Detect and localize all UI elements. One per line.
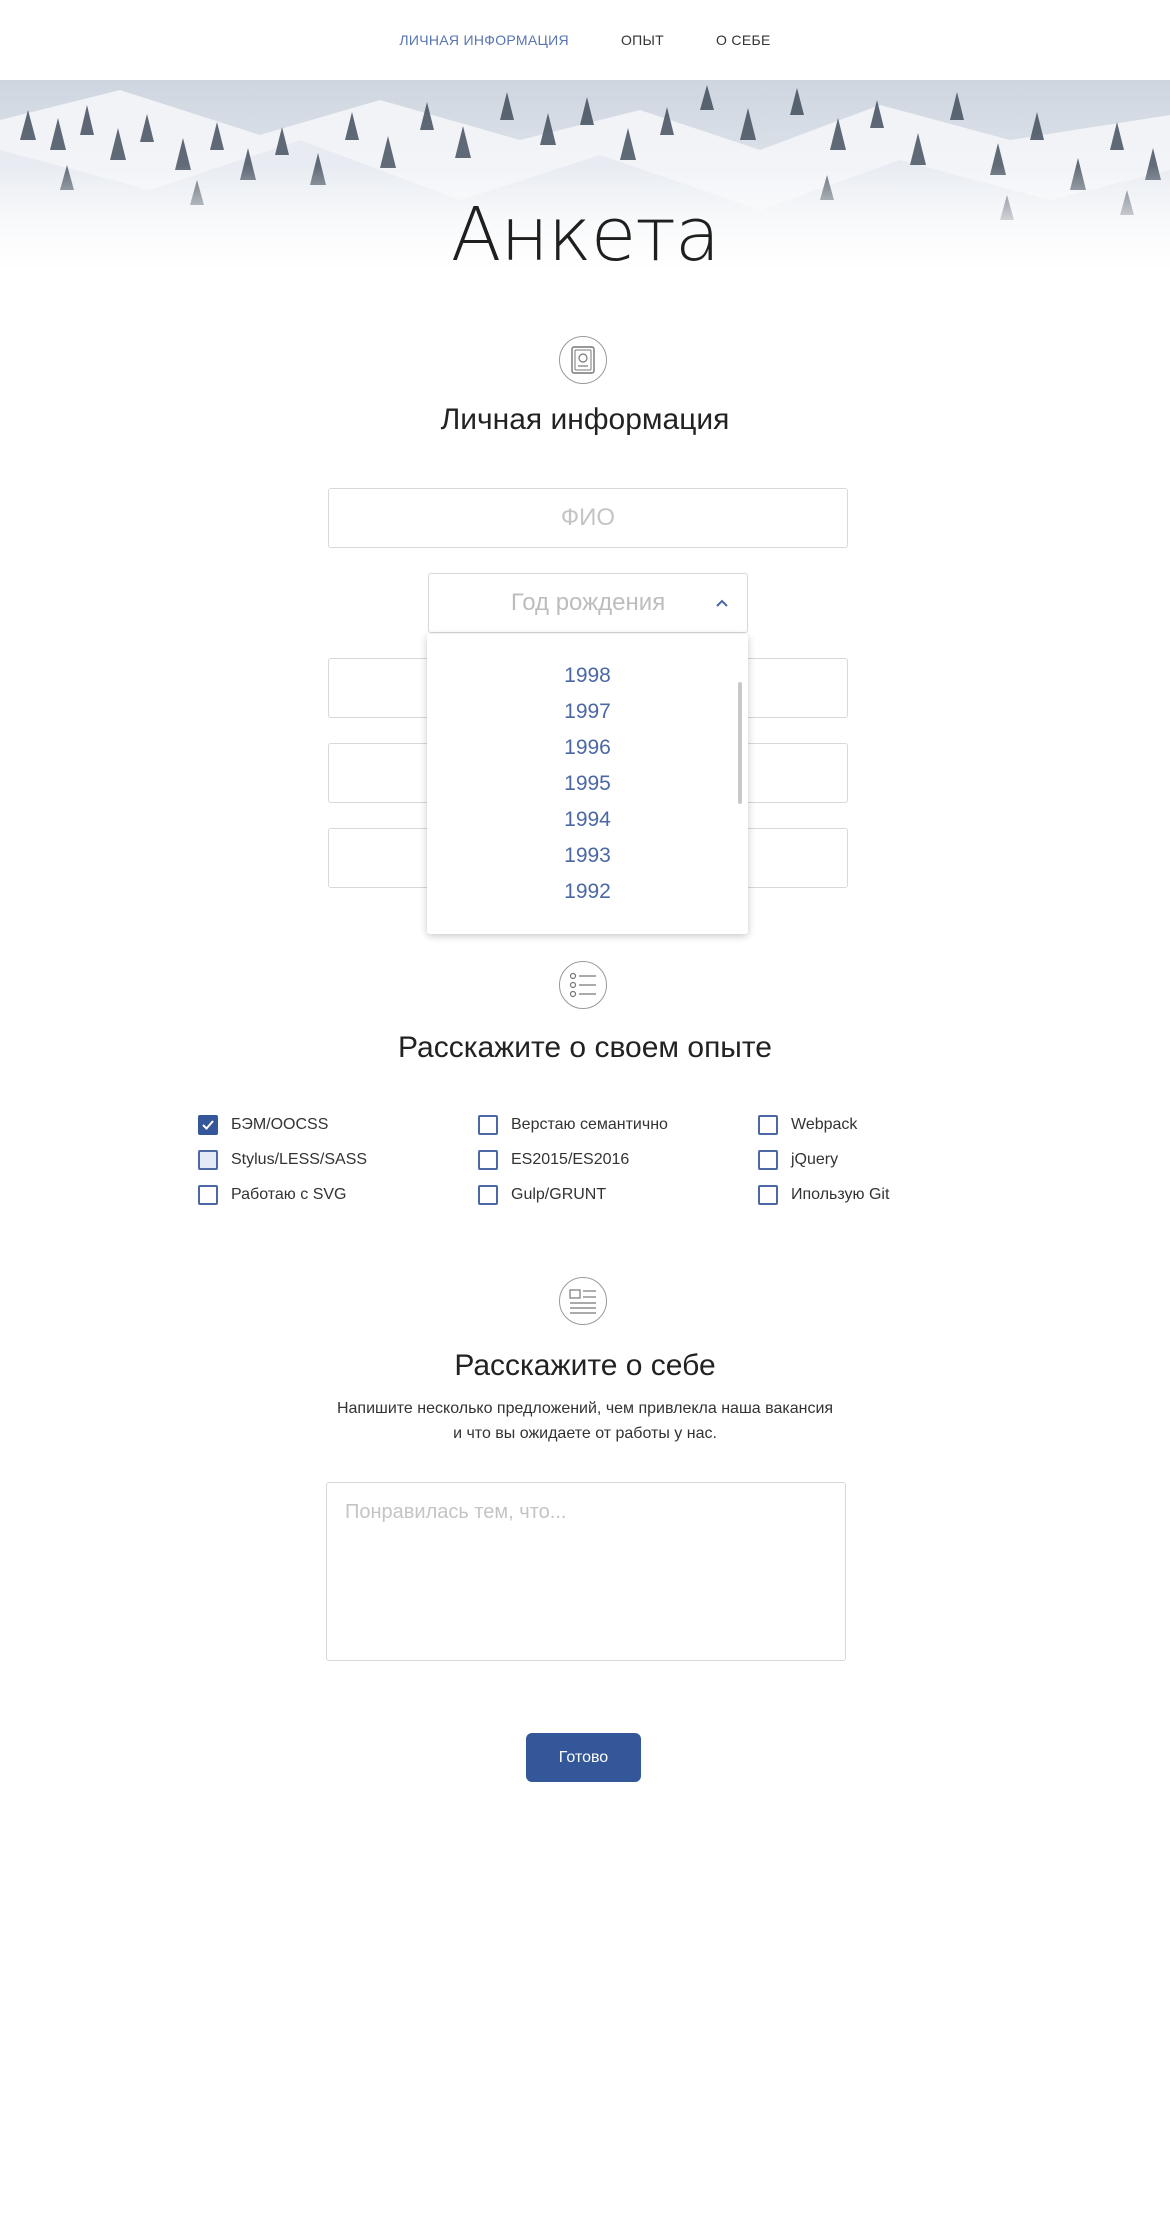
full-name-input[interactable] xyxy=(329,489,847,547)
year-option[interactable]: 1992 xyxy=(427,880,748,904)
checkbox-box[interactable] xyxy=(198,1185,218,1205)
passport-icon xyxy=(559,336,607,384)
checkbox-bem[interactable]: БЭМ/OOCSS xyxy=(198,1115,328,1135)
checkbox-label: Webpack xyxy=(791,1116,858,1133)
about-textarea-wrapper[interactable] xyxy=(326,1482,846,1661)
about-description-line1: Напишите несколько предложений, чем прив… xyxy=(336,1400,834,1417)
submit-button[interactable]: Готово xyxy=(526,1733,641,1782)
checkbox-git[interactable]: Ипользую Git xyxy=(758,1185,889,1205)
checkbox-box[interactable] xyxy=(198,1115,218,1135)
checkbox-label: ES2015/ES2016 xyxy=(511,1151,630,1168)
checkbox-box[interactable] xyxy=(478,1185,498,1205)
year-option[interactable]: 1996 xyxy=(427,736,748,760)
checkbox-jquery[interactable]: jQuery xyxy=(758,1150,838,1170)
checkbox-box[interactable] xyxy=(478,1115,498,1135)
year-option[interactable]: 1995 xyxy=(427,772,748,796)
checkbox-label: Верстаю семантично xyxy=(511,1116,668,1133)
checkbox-box[interactable] xyxy=(478,1150,498,1170)
personal-info-title: Личная информация xyxy=(440,403,730,436)
checkbox-gulp[interactable]: Gulp/GRUNT xyxy=(478,1185,606,1205)
nav-experience[interactable]: ОПЫТ xyxy=(621,32,664,48)
article-icon xyxy=(559,1277,607,1325)
checkbox-es2015[interactable]: ES2015/ES2016 xyxy=(478,1150,629,1170)
nav-about[interactable]: О СЕБЕ xyxy=(716,32,771,48)
checkmark-icon xyxy=(202,1120,214,1130)
checkbox-box[interactable] xyxy=(758,1115,778,1135)
checkbox-label: Stylus/LESS/SASS xyxy=(231,1151,368,1168)
full-name-field[interactable] xyxy=(328,488,848,548)
list-icon xyxy=(559,961,607,1009)
checkbox-webpack[interactable]: Webpack xyxy=(758,1115,857,1135)
dropdown-scrollbar[interactable] xyxy=(738,682,742,804)
checkbox-label: Работаю с SVG xyxy=(231,1186,347,1203)
checkbox-semantic[interactable]: Верстаю семантично xyxy=(478,1115,668,1135)
nav-personal-info[interactable]: ЛИЧНАЯ ИНФОРМАЦИЯ xyxy=(399,32,569,48)
about-textarea[interactable] xyxy=(327,1483,845,1660)
experience-title: Расскажите о своем опыте xyxy=(398,1031,772,1064)
birth-year-dropdown: 1998 1997 1996 1995 1994 1993 1992 xyxy=(427,634,748,934)
chevron-up-icon xyxy=(716,599,728,607)
checkbox-box[interactable] xyxy=(198,1150,218,1170)
page-title: Анкета xyxy=(450,192,720,278)
year-option[interactable]: 1994 xyxy=(427,808,748,832)
about-description-line2: и что вы ожидаете от работы у нас. xyxy=(453,1425,717,1442)
checkbox-label: БЭМ/OOCSS xyxy=(231,1116,329,1133)
checkbox-preprocessors[interactable]: Stylus/LESS/SASS xyxy=(198,1150,367,1170)
checkbox-box[interactable] xyxy=(758,1185,778,1205)
birth-year-select[interactable]: Год рождения xyxy=(428,573,748,633)
checkbox-label: Ипользую Git xyxy=(791,1186,890,1203)
year-option[interactable]: 1997 xyxy=(427,700,748,724)
birth-year-placeholder: Год рождения xyxy=(510,589,666,616)
checkbox-svg[interactable]: Работаю с SVG xyxy=(198,1185,346,1205)
year-option[interactable]: 1993 xyxy=(427,844,748,868)
checkbox-label: jQuery xyxy=(791,1151,839,1168)
about-title: Расскажите о себе xyxy=(454,1349,716,1382)
year-option[interactable]: 1998 xyxy=(427,664,748,688)
top-nav: ЛИЧНАЯ ИНФОРМАЦИЯ ОПЫТ О СЕБЕ xyxy=(0,0,1170,80)
checkbox-box[interactable] xyxy=(758,1150,778,1170)
checkbox-label: Gulp/GRUNT xyxy=(511,1186,607,1203)
